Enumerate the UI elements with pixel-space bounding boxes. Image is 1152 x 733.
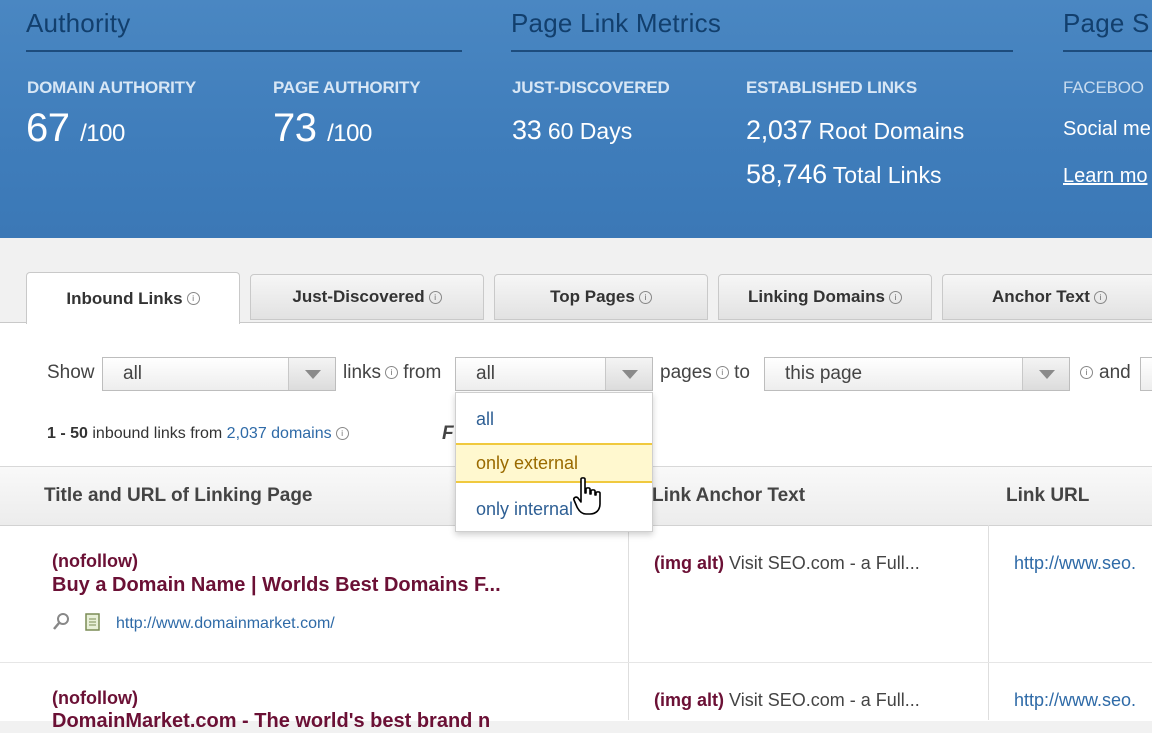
link-url-cell[interactable]: http://www.seo. (1014, 553, 1136, 574)
tab-label: Just-Discovered (292, 287, 425, 306)
link-url-cell[interactable]: http://www.seo. (1014, 690, 1136, 711)
column-divider (988, 525, 989, 720)
tab-inbound-links[interactable]: Inbound Links i (26, 272, 240, 324)
hand-cursor-icon (572, 476, 604, 521)
page-link-metrics-title: Page Link Metrics (511, 8, 722, 38)
total-links-value: 58,746 Total Links (746, 159, 942, 189)
results-text: inbound links from (92, 425, 223, 442)
to-select-value: this page (785, 363, 863, 384)
to-select[interactable]: this page (764, 357, 1070, 391)
chevron-down-icon[interactable] (288, 358, 335, 390)
domains-link[interactable]: 2,037 domains (227, 425, 332, 442)
page-info-icon[interactable] (84, 612, 102, 637)
tab-just-discovered[interactable]: Just-Discovered i (250, 274, 484, 320)
chevron-down-icon[interactable] (605, 358, 652, 390)
info-icon[interactable]: i (715, 366, 729, 380)
info-icon[interactable]: i (888, 290, 902, 304)
just-discovered-label: JUST-DISCOVERED (512, 78, 670, 97)
established-links-label: ESTABLISHED LINKS (746, 78, 918, 97)
show-label: Show (47, 362, 95, 383)
results-summary: 1 - 50 inbound links from 2,037 domains i (47, 425, 349, 443)
page-authority-value: 73 /100 (273, 106, 372, 150)
page-authority-label: PAGE AUTHORITY (273, 78, 421, 97)
learn-more-link[interactable]: Learn mo (1063, 165, 1148, 188)
anchor-text-cell: (img alt) Visit SEO.com - a Full... (654, 690, 920, 710)
results-range: 1 - 50 (47, 425, 88, 442)
info-icon[interactable]: i (1093, 290, 1107, 304)
anchor-text-cell: (img alt) Visit SEO.com - a Full... (654, 553, 920, 573)
column-anchor-text[interactable]: Link Anchor Text (652, 485, 805, 507)
info-icon[interactable]: i (428, 290, 442, 304)
from-label: from (403, 362, 442, 383)
root-domains-value: 2,037 Root Domains (746, 115, 965, 145)
show-select[interactable]: all (102, 357, 336, 391)
info-icon[interactable]: i (385, 366, 399, 380)
from-select-value: all (476, 363, 496, 384)
info-icon[interactable]: i (335, 427, 349, 441)
and-label: i and (1080, 362, 1131, 384)
magnifier-icon[interactable] (52, 612, 72, 637)
tab-label: Linking Domains (748, 287, 885, 306)
column-divider (628, 525, 629, 720)
column-link-url[interactable]: Link URL (1006, 485, 1089, 507)
dropdown-option-only-external[interactable]: only external (456, 443, 652, 483)
tab-linking-domains[interactable]: Linking Domains i (718, 274, 932, 320)
page-social-title: Page S (1063, 8, 1150, 38)
authority-divider (26, 50, 462, 52)
linking-page-url[interactable]: http://www.domainmarket.com/ (116, 615, 335, 633)
info-icon[interactable]: i (638, 290, 652, 304)
links-label: links i from (343, 362, 442, 383)
info-icon[interactable]: i (186, 292, 200, 305)
nofollow-tag: (nofollow) (52, 688, 138, 708)
page-social-divider (1063, 50, 1152, 52)
pages-label: pages i to (660, 362, 750, 383)
filter-partial-label: F (442, 423, 454, 444)
tab-label: Anchor Text (992, 287, 1090, 306)
chevron-down-icon[interactable] (1022, 358, 1069, 390)
metrics-header: Authority DOMAIN AUTHORITY 67 /100 PAGE … (0, 0, 1152, 238)
facebook-label: FACEBOO (1063, 78, 1144, 97)
row-divider (0, 662, 1152, 663)
tab-label: Top Pages (550, 287, 635, 306)
nofollow-tag: (nofollow) (52, 551, 138, 571)
dropdown-option-all[interactable]: all (456, 399, 652, 439)
show-select-value: all (123, 363, 143, 384)
extra-select[interactable] (1140, 357, 1152, 391)
tab-anchor-text[interactable]: Anchor Text i (942, 274, 1152, 320)
linking-page-title[interactable]: DomainMarket.com - The world's best bran… (52, 710, 490, 733)
tab-label: Inbound Links (66, 288, 183, 308)
from-select[interactable]: all (455, 357, 653, 391)
linking-page-title[interactable]: Buy a Domain Name | Worlds Best Domains … (52, 574, 501, 597)
domain-authority-label: DOMAIN AUTHORITY (27, 78, 196, 97)
info-icon[interactable]: i (1080, 366, 1093, 380)
page-link-metrics-divider (511, 50, 1013, 52)
social-metrics-text: Social me (1063, 118, 1151, 140)
column-title-url[interactable]: Title and URL of Linking Page (44, 485, 313, 507)
authority-title: Authority (26, 8, 131, 38)
from-dropdown-menu: all only external only internal (455, 392, 653, 532)
domain-authority-value: 67 /100 (26, 106, 125, 150)
to-label: to (734, 362, 750, 383)
dropdown-option-only-internal[interactable]: only internal (456, 489, 652, 529)
tab-bar: Inbound Links i Just-Discovered i Top Page… (0, 272, 1152, 324)
just-discovered-value: 33 60 Days (512, 115, 633, 145)
tab-top-pages[interactable]: Top Pages i (494, 274, 708, 320)
